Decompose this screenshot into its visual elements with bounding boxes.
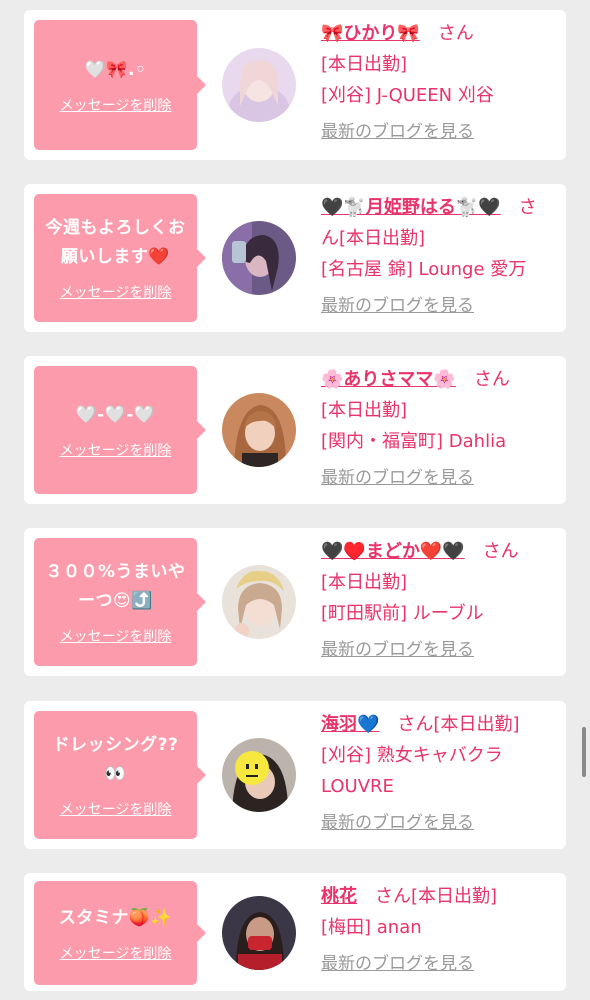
view-blog-link[interactable]: 最新のブログを見る [321,291,474,322]
message-card: 🤍-🤍-🤍 メッセージを削除 🌸ありさママ🌸 さん [本日出勤] [関内・福富町… [24,356,566,504]
message-card: スタミナ🍑✨ メッセージを削除 桃花 さん[本日出勤] [梅田] anan 最新… [24,873,566,991]
member-name-link[interactable]: 🖤🐩月姫野はる🐩🖤 [321,197,501,218]
message-text: スタミナ🍑✨ [58,907,173,928]
shop-name: [名古屋 錦] Lounge 愛万 [321,259,527,280]
avatar[interactable] [222,565,296,639]
honorific-text: さん[本日出勤] [379,714,520,735]
message-list: 🤍🎀.◦ メッセージを削除 🎀ひかり🎀 さん [本日出勤] [刈谷] J-QUE… [0,0,590,1000]
message-card: 🤍🎀.◦ メッセージを削除 🎀ひかり🎀 さん [本日出勤] [刈谷] J-QUE… [24,10,566,160]
member-info: 🖤♥️まどか❤️🖤 さん [本日出勤] [町田駅前] ルーブル 最新のブログを見… [321,536,557,666]
delete-message-link[interactable]: メッセージを削除 [60,626,172,646]
member-name-link[interactable]: 🖤♥️まどか❤️🖤 [321,541,465,562]
member-info: 🌸ありさママ🌸 さん [本日出勤] [関内・福富町] Dahlia 最新のブログ… [321,364,557,494]
member-name-link[interactable]: 🎀ひかり🎀 [321,23,420,44]
avatar[interactable] [222,393,296,467]
avatar[interactable] [222,738,296,812]
honorific-text: さ [500,197,537,218]
member-info: 🖤🐩月姫野はる🐩🖤 さ ん[本日出勤] [名古屋 錦] Lounge 愛万 最新… [321,192,557,322]
attendance-status: [本日出勤] [321,400,408,421]
view-blog-link[interactable]: 最新のブログを見る [321,808,474,839]
message-card: ドレッシング??👀 メッセージを削除 海羽💙 さん[本日出勤] [刈谷] 熟女キ… [24,701,566,849]
member-name-link[interactable]: 🌸ありさママ🌸 [321,369,456,390]
avatar[interactable] [222,48,296,122]
view-blog-link[interactable]: 最新のブログを見る [321,117,474,148]
attendance-status: [本日出勤] [321,54,408,75]
view-blog-link[interactable]: 最新のブログを見る [321,463,474,494]
honorific-text: さん [455,369,510,390]
delete-message-link[interactable]: メッセージを削除 [60,799,172,819]
view-blog-link[interactable]: 最新のブログを見る [321,635,474,666]
member-info: 🎀ひかり🎀 さん [本日出勤] [刈谷] J-QUEEN 刈谷 最新のブログを見… [321,18,557,148]
message-bubble: 今週もよろしくお願いします❤️ メッセージを削除 [34,194,206,322]
member-name-link[interactable]: 桃花 [321,886,357,907]
message-bubble: ３００%うまいやーつ😍⤴️ メッセージを削除 [34,538,206,666]
scrollbar[interactable] [582,727,586,777]
message-bubble: ドレッシング??👀 メッセージを削除 [34,711,206,839]
message-text: 今週もよろしくお願いします❤️ [45,218,186,267]
delete-message-link[interactable]: メッセージを削除 [60,440,172,460]
message-bubble: 🤍-🤍-🤍 メッセージを削除 [34,366,206,494]
member-info: 海羽💙 さん[本日出勤] [刈谷] 熟女キャバクラLOUVRE 最新のブログを見… [321,709,557,839]
shop-name: [刈谷] 熟女キャバクラLOUVRE [321,745,503,797]
shop-name: [刈谷] J-QUEEN 刈谷 [321,85,494,106]
member-name-link[interactable]: 海羽💙 [321,714,379,735]
message-bubble: スタミナ🍑✨ メッセージを削除 [34,881,206,985]
attendance-status: [本日出勤] [321,572,408,593]
shop-name: [町田駅前] ルーブル [321,603,484,624]
message-text: 🤍🎀.◦ [84,59,147,80]
message-text: 🤍-🤍-🤍 [75,404,156,425]
message-text: ドレッシング??👀 [52,735,179,784]
avatar[interactable] [222,896,296,970]
delete-message-link[interactable]: メッセージを削除 [60,95,172,115]
avatar[interactable] [222,221,296,295]
honorific-text: さん [419,23,474,44]
message-bubble: 🤍🎀.◦ メッセージを削除 [34,20,206,150]
member-info: 桃花 さん[本日出勤] [梅田] anan 最新のブログを見る [321,881,557,980]
message-text: ３００%うまいやーつ😍⤴️ [45,562,186,611]
delete-message-link[interactable]: メッセージを削除 [60,943,172,963]
honorific-text: さん[本日出勤] [357,886,498,907]
attendance-status: ん[本日出勤] [321,228,426,249]
shop-name: [梅田] anan [321,917,422,938]
view-blog-link[interactable]: 最新のブログを見る [321,949,474,980]
shop-name: [関内・福富町] Dahlia [321,431,507,452]
honorific-text: さん [464,541,519,562]
message-card: ３００%うまいやーつ😍⤴️ メッセージを削除 🖤♥️まどか❤️🖤 さん [本日出… [24,528,566,676]
delete-message-link[interactable]: メッセージを削除 [60,282,172,302]
message-card: 今週もよろしくお願いします❤️ メッセージを削除 🖤🐩月姫野はる🐩🖤 さ ん[本… [24,184,566,332]
